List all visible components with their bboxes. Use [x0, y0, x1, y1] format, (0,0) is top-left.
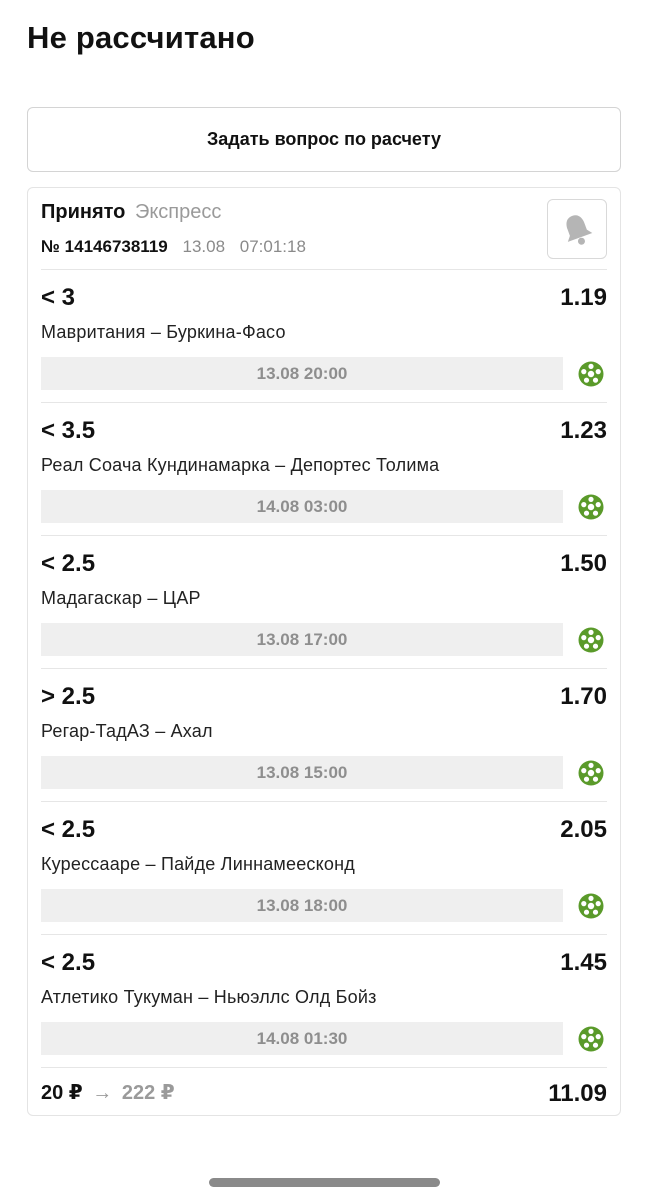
event-odds: 1.45 — [560, 949, 607, 976]
event-odds: 1.70 — [560, 683, 607, 710]
event-item[interactable]: < 3 1.19 Мавритания – Буркина-Фасо 13.08… — [28, 270, 620, 403]
event-datetime: 13.08 20:00 — [41, 357, 563, 390]
ticket-meta: № 14146738119 13.08 07:01:18 — [41, 237, 306, 257]
total-odds: 11.09 — [548, 1080, 607, 1107]
page-title: Не рассчитано — [27, 20, 255, 55]
event-teams: Атлетико Тукуман – Ньюэллс Олд Бойз — [41, 987, 377, 1007]
ticket-time: 07:01:18 — [239, 237, 306, 256]
ticket-number: № 14146738119 — [41, 237, 168, 256]
ask-question-button[interactable]: Задать вопрос по расчету — [27, 107, 621, 172]
bet-header: Принято Экспресс № 14146738119 13.08 07:… — [28, 188, 620, 270]
potential-win: 222 ₽ — [121, 1082, 175, 1104]
event-datetime: 14.08 03:00 — [41, 490, 563, 523]
event-market: < 2.5 — [41, 550, 96, 577]
football-icon — [578, 1026, 604, 1052]
event-datetime: 13.08 17:00 — [41, 623, 563, 656]
event-datetime: 14.08 01:30 — [41, 1022, 563, 1055]
event-market: < 2.5 — [41, 949, 96, 976]
status-line: Принято Экспресс — [41, 201, 221, 224]
football-icon — [578, 760, 604, 786]
football-icon — [578, 361, 604, 387]
event-item[interactable]: < 3.5 1.23 Реал Соача Кундинамарка – Деп… — [28, 403, 620, 536]
event-odds: 1.19 — [560, 284, 607, 311]
event-odds: 1.50 — [560, 550, 607, 577]
event-teams: Курессааре – Пайде Линнамеесконд — [41, 854, 355, 874]
stake-amount: 20 ₽ — [41, 1082, 83, 1104]
bet-summary: 20 ₽ → 222 ₽ 11.09 — [28, 1068, 620, 1108]
event-market: < 3.5 — [41, 417, 96, 444]
event-teams: Мавритания – Буркина-Фасо — [41, 322, 286, 342]
notification-button[interactable] — [547, 199, 607, 259]
event-odds: 2.05 — [560, 816, 607, 843]
stake-line: 20 ₽ → 222 ₽ — [41, 1080, 175, 1105]
event-item[interactable]: < 2.5 2.05 Курессааре – Пайде Линнамееск… — [28, 802, 620, 935]
event-market: > 2.5 — [41, 683, 96, 710]
event-item[interactable]: > 2.5 1.70 Регар-ТадАЗ – Ахал 13.08 15:0… — [28, 669, 620, 802]
event-item[interactable]: < 2.5 1.45 Атлетико Тукуман – Ньюэллс Ол… — [28, 935, 620, 1068]
status-label: Принято — [41, 201, 126, 223]
event-market: < 3 — [41, 284, 76, 311]
event-datetime: 13.08 18:00 — [41, 889, 563, 922]
event-teams: Регар-ТадАЗ – Ахал — [41, 721, 213, 741]
event-teams: Мадагаскар – ЦАР — [41, 588, 201, 608]
football-icon — [578, 893, 604, 919]
bet-card: Принято Экспресс № 14146738119 13.08 07:… — [27, 187, 621, 1116]
football-icon — [578, 494, 604, 520]
bet-type-label: Экспресс — [134, 201, 222, 223]
event-market: < 2.5 — [41, 816, 96, 843]
arrow-right-icon: → — [92, 1082, 113, 1104]
ticket-date: 13.08 — [182, 237, 226, 256]
event-teams: Реал Соача Кундинамарка – Депортес Толим… — [41, 455, 440, 475]
event-datetime: 13.08 15:00 — [41, 756, 563, 789]
football-icon — [578, 627, 604, 653]
home-indicator[interactable] — [209, 1178, 440, 1187]
event-odds: 1.23 — [560, 417, 607, 444]
event-item[interactable]: < 2.5 1.50 Мадагаскар – ЦАР 13.08 17:00 — [28, 536, 620, 669]
bell-icon — [566, 215, 593, 245]
